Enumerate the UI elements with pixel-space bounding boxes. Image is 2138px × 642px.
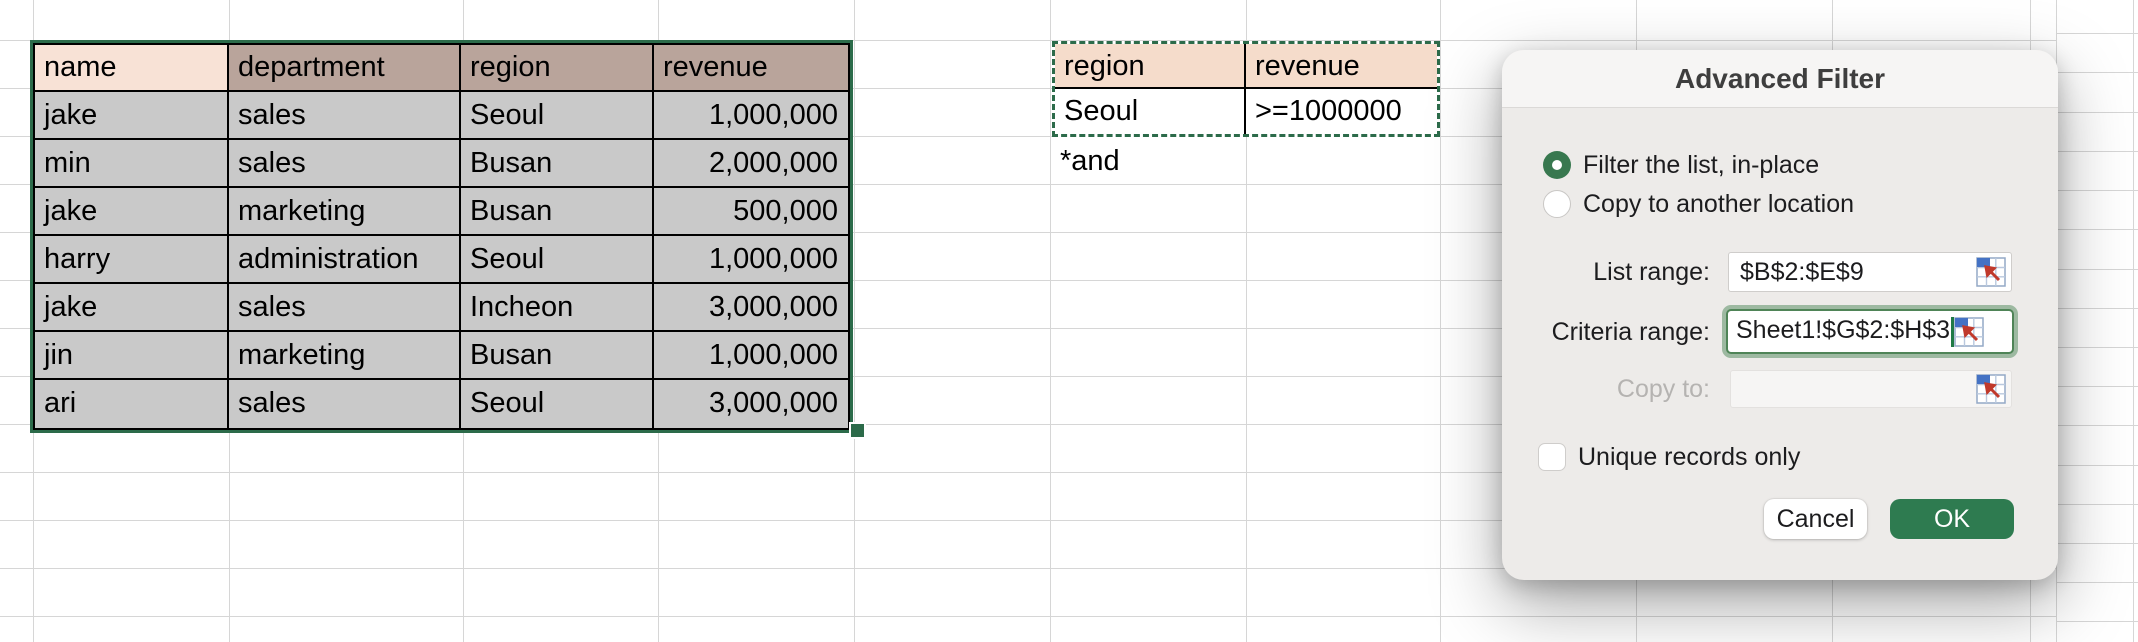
list-range-label: List range: xyxy=(1593,258,1710,286)
table-cell[interactable]: 1,000,000 xyxy=(654,332,848,380)
gridline xyxy=(2056,621,2138,622)
table-cell[interactable]: 2,000,000 xyxy=(654,140,848,188)
header-cell[interactable]: department xyxy=(229,45,461,92)
gridline xyxy=(2056,190,2138,191)
list-range-value: $B$2:$E$9 xyxy=(1740,257,1864,286)
list-range-input[interactable]: $B$2:$E$9 xyxy=(1728,252,2012,292)
gridline xyxy=(2056,72,2138,73)
table-cell[interactable]: Busan xyxy=(461,140,654,188)
data-table-selection[interactable]: name department region revenue jake sales Seou… xyxy=(30,40,853,433)
gridline xyxy=(2056,229,2138,230)
table-cell[interactable]: sales xyxy=(229,284,461,332)
gridline xyxy=(2056,425,2138,426)
table-cell[interactable]: Busan xyxy=(461,332,654,380)
table-cell[interactable]: jake xyxy=(35,188,229,236)
table-cell[interactable]: 1,000,000 xyxy=(654,236,848,284)
criteria-range-focus-ring: Sheet1!$G$2:$H$3 xyxy=(1722,305,2018,358)
copy-to-label: Copy to: xyxy=(1616,375,1710,403)
gridline xyxy=(2056,465,2138,466)
unique-records-checkbox[interactable] xyxy=(1538,443,1566,471)
table-cell[interactable]: jin xyxy=(35,332,229,380)
table-cell[interactable]: 3,000,000 xyxy=(654,284,848,332)
criteria-range-selection[interactable]: region revenue Seoul >=1000000 xyxy=(1052,41,1440,137)
table-cell[interactable]: Busan xyxy=(461,188,654,236)
gridline xyxy=(2056,543,2138,544)
gridline xyxy=(2056,269,2138,270)
gridline xyxy=(2056,308,2138,309)
dialog-title: Advanced Filter xyxy=(1502,50,2058,108)
table-cell[interactable]: Incheon xyxy=(461,284,654,332)
table-cell[interactable]: 1,000,000 xyxy=(654,92,848,140)
gridline xyxy=(1440,0,1441,642)
criteria-range-label: Criteria range: xyxy=(1551,318,1710,346)
table-cell[interactable]: sales xyxy=(229,92,461,140)
gridline xyxy=(2056,151,2138,152)
table-cell[interactable]: Seoul xyxy=(461,380,654,428)
radio-copy-to-location-label: Copy to another location xyxy=(1583,190,1855,218)
table-cell[interactable]: min xyxy=(35,140,229,188)
table-cell[interactable]: Seoul xyxy=(461,92,654,140)
gridline xyxy=(2056,386,2138,387)
criteria-header-cell[interactable]: region xyxy=(1055,44,1246,89)
criteria-row: Seoul >=1000000 xyxy=(1055,89,1437,134)
table-cell[interactable]: jake xyxy=(35,284,229,332)
range-selector-icon[interactable] xyxy=(1976,257,2006,287)
table-header-row: name department region revenue xyxy=(35,45,848,92)
table-cell[interactable]: marketing xyxy=(229,188,461,236)
table-cell[interactable]: harry xyxy=(35,236,229,284)
table-cell[interactable]: jake xyxy=(35,92,229,140)
radio-filter-in-place[interactable] xyxy=(1543,151,1571,179)
spreadsheet-canvas: name department region revenue jake sales Seou… xyxy=(0,0,2138,642)
advanced-filter-dialog: Advanced Filter Filter the list, in-plac… xyxy=(1502,50,2058,580)
table-row: jake sales Incheon 3,000,000 xyxy=(35,284,848,332)
table-row: harry administration Seoul 1,000,000 xyxy=(35,236,848,284)
table-cell[interactable]: 3,000,000 xyxy=(654,380,848,428)
gridline xyxy=(2056,582,2138,583)
range-selector-icon[interactable] xyxy=(1954,316,1984,347)
gridline xyxy=(2056,504,2138,505)
table-row: min sales Busan 2,000,000 xyxy=(35,140,848,188)
table-cell[interactable]: ari xyxy=(35,380,229,428)
table-cell[interactable]: administration xyxy=(229,236,461,284)
criteria-header-cell[interactable]: revenue xyxy=(1246,44,1437,89)
criteria-cell[interactable]: Seoul xyxy=(1055,89,1246,134)
gridline xyxy=(854,0,855,642)
radio-copy-to-location[interactable] xyxy=(1543,190,1571,218)
header-cell[interactable]: region xyxy=(461,45,654,92)
table-cell[interactable]: Seoul xyxy=(461,236,654,284)
data-table: name department region revenue jake sales Seou… xyxy=(33,43,850,430)
gridline xyxy=(2056,112,2138,113)
header-cell[interactable]: revenue xyxy=(654,45,848,92)
gridline xyxy=(0,616,2056,617)
table-cell[interactable]: sales xyxy=(229,140,461,188)
gridline xyxy=(2056,347,2138,348)
table-row: jake sales Seoul 1,000,000 xyxy=(35,92,848,140)
table-row: ari sales Seoul 3,000,000 xyxy=(35,380,848,428)
table-row: jin marketing Busan 1,000,000 xyxy=(35,332,848,380)
table-cell[interactable]: 500,000 xyxy=(654,188,848,236)
gridline xyxy=(1050,0,1051,642)
ok-button[interactable]: OK xyxy=(1890,499,2014,539)
unique-records-label: Unique records only xyxy=(1578,443,1801,471)
cancel-button[interactable]: Cancel xyxy=(1764,499,1867,539)
criteria-range-value: Sheet1!$G$2:$H$3 xyxy=(1728,316,1955,347)
radio-filter-in-place-label: Filter the list, in-place xyxy=(1583,151,1820,179)
copy-to-input[interactable] xyxy=(1730,370,2012,408)
header-cell[interactable]: name xyxy=(35,45,229,92)
range-selector-icon[interactable] xyxy=(1976,374,2006,404)
table-cell[interactable]: sales xyxy=(229,380,461,428)
gridline xyxy=(2056,33,2138,34)
table-row: jake marketing Busan 500,000 xyxy=(35,188,848,236)
criteria-range-input[interactable]: Sheet1!$G$2:$H$3 xyxy=(1726,309,2014,354)
criteria-header-row: region revenue xyxy=(1055,44,1437,89)
criteria-note-cell[interactable]: *and xyxy=(1060,137,1120,185)
gridline xyxy=(2133,0,2134,642)
criteria-cell[interactable]: >=1000000 xyxy=(1246,89,1437,134)
selection-fill-handle[interactable] xyxy=(849,422,866,439)
table-cell[interactable]: marketing xyxy=(229,332,461,380)
